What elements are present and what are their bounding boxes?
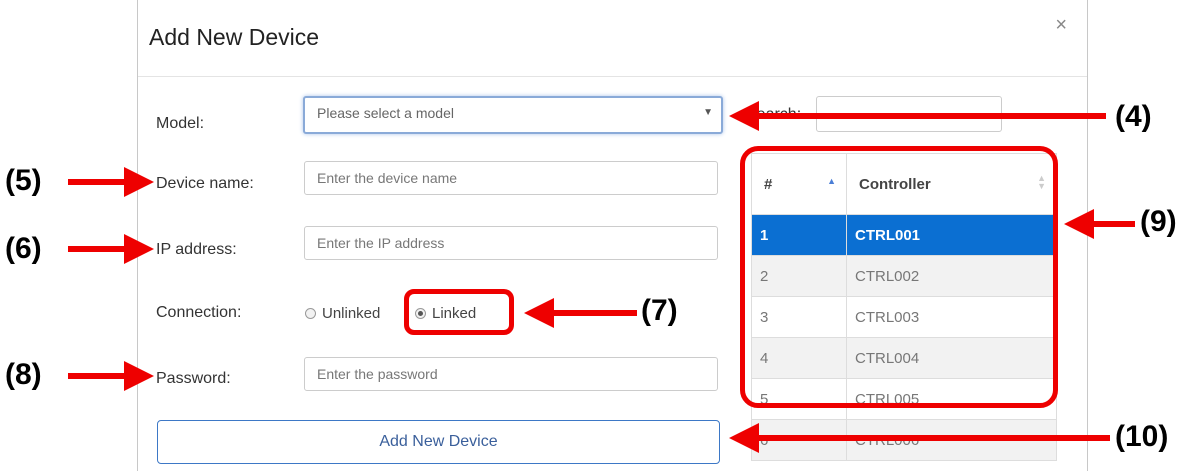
annotation-label-10: (10) [1115, 420, 1169, 453]
annotation-arrows [68, 101, 1135, 453]
annotation-label-4: (4) [1115, 100, 1152, 133]
annotation-label-8: (8) [5, 358, 42, 391]
annotation-label-9: (9) [1140, 205, 1177, 238]
annotation-label-6: (6) [5, 232, 42, 265]
annotation-label-5: (5) [5, 164, 42, 197]
annotation-label-7: (7) [641, 294, 678, 327]
